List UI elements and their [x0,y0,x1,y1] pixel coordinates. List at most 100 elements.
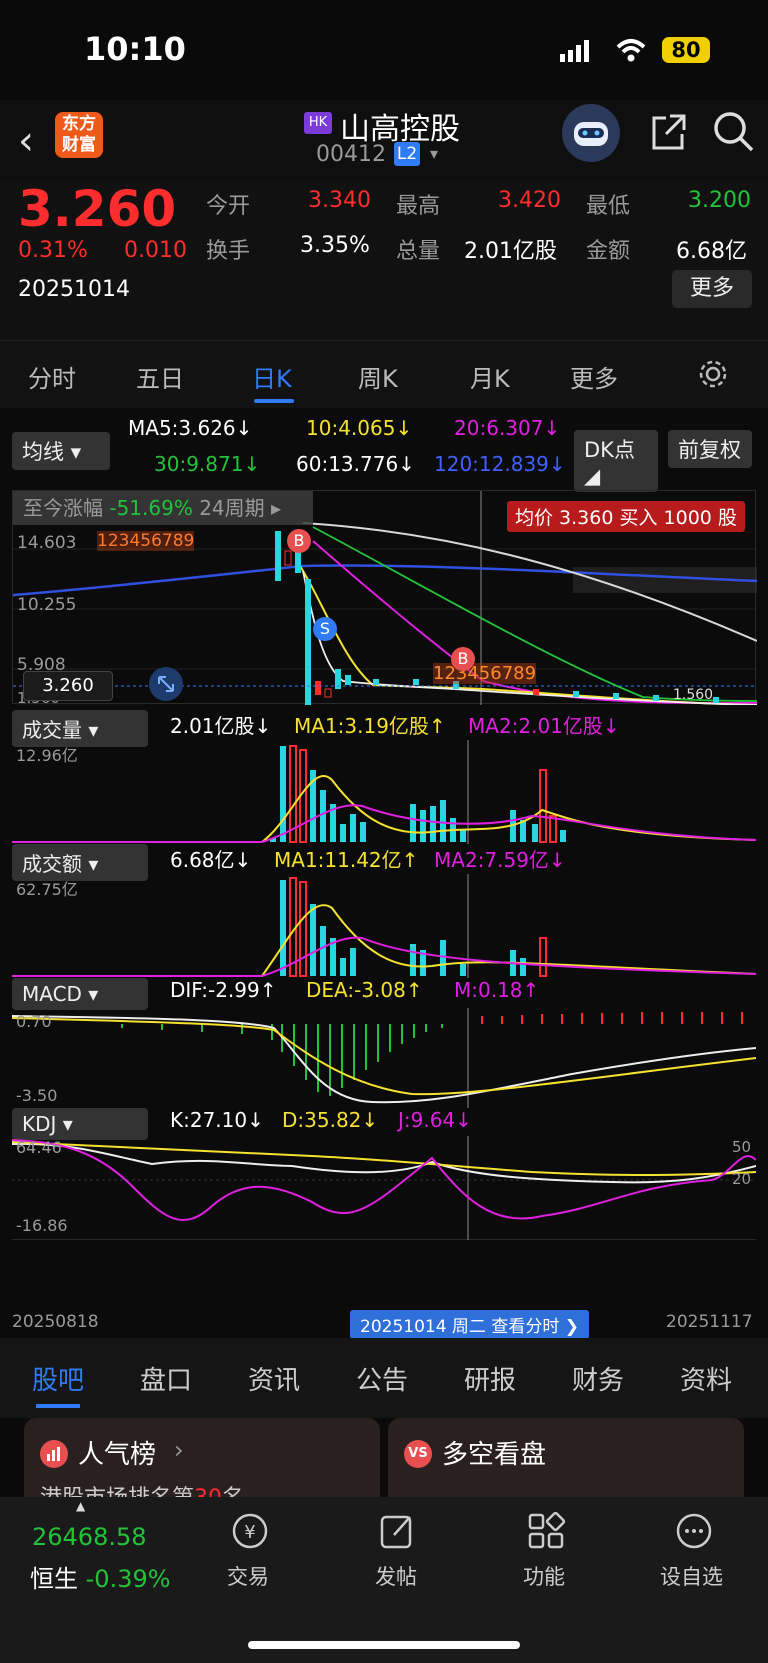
turnover-value: 3.35% [300,233,370,258]
back-icon[interactable]: ‹ [18,118,34,164]
ma10-value: 10:4.065↓ [306,416,413,440]
candle [345,675,351,685]
tab-research[interactable]: 研报 [464,1360,516,1397]
range-change-label[interactable]: 至今涨幅 -51.69% 24周期 ▸ [13,491,313,525]
svg-text:¥: ¥ [244,1522,255,1543]
kdj-chart[interactable]: 64.46 -16.86 50 20 [11,1136,757,1240]
trade-icon[interactable]: ¥ [230,1511,270,1555]
kdj-ybot: -16.86 [16,1216,68,1235]
tab-monthly-k[interactable]: 月K [470,359,510,394]
caret-up-icon: ▲ [76,1499,86,1513]
change-pct: 0.31% [18,238,88,263]
change-amount: 0.010 [124,238,187,263]
candle [413,679,419,685]
sell-marker[interactable]: S [313,617,337,641]
volume-ymax: 12.96亿 [16,746,78,765]
index-info[interactable]: 恒生 -0.39% [30,1559,171,1594]
sequence-marker: 123456789 [433,663,537,684]
ma-selector[interactable]: 均线 ▾ [12,432,110,470]
ma5-value: MA5:3.626↓ [128,416,253,440]
features-label[interactable]: 功能 [523,1561,565,1591]
x-axis-end: 20251117 [666,1312,753,1332]
amount-chart[interactable]: 62.75亿 [12,874,757,978]
tab-daily-k[interactable]: 日K [252,359,292,394]
expand-icon[interactable] [149,667,183,701]
tab-order-book[interactable]: 盘口 [140,1360,192,1397]
tab-announcements[interactable]: 公告 [356,1360,408,1397]
top-nav: ‹ 东方 财富 HK 山高控股 00412 L2 ▾ [0,100,768,180]
kline-chart[interactable]: 至今涨幅 -51.69% 24周期 ▸ 均价 3.360 买入 1000 股 1… [12,490,758,707]
tab-news[interactable]: 资讯 [248,1360,300,1397]
index-value[interactable]: 26468.58 [32,1523,147,1551]
volume-value: 2.01亿股 [464,239,557,264]
candle [284,550,292,566]
volume-chart[interactable]: 12.96亿 [12,740,757,844]
tab-intraday[interactable]: 分时 [28,359,76,394]
popularity-title: 人气榜 [78,1440,157,1470]
macd-dif: DIF:-2.99↑ [170,978,277,1002]
amount-label: 金额 [586,239,631,264]
app-logo: 东方 财富 [55,112,103,158]
search-icon[interactable] [712,110,756,158]
volume-current: 2.01亿股↓ [170,714,272,738]
tab-financials[interactable]: 财务 [572,1360,624,1397]
content-tabs: 股吧 盘口 资讯 公告 研报 财务 资料 [0,1338,768,1418]
post-label[interactable]: 发帖 [375,1561,417,1591]
more-dots-icon[interactable] [674,1511,714,1555]
x-axis-start: 20250818 [12,1312,99,1332]
candle [324,688,332,698]
gear-icon[interactable] [696,357,730,395]
level-badge[interactable]: L2 [394,142,420,166]
buy-marker[interactable]: B [287,529,311,553]
kdj-d: D:35.82↓ [282,1108,379,1132]
amount-value: 6.68亿 [676,239,747,264]
trade-label[interactable]: 交易 [227,1561,269,1591]
edit-icon[interactable] [378,1511,418,1555]
low-label: 最低 [586,194,631,219]
current-price-tag: 3.260 [23,671,113,701]
tab-weekly-k[interactable]: 周K [358,359,398,394]
macd-chart[interactable]: 0.70 -3.50 [11,1008,757,1108]
macd-selector[interactable]: MACD ▾ [12,978,148,1010]
open-label: 今开 [206,194,251,219]
candle [653,695,659,701]
open-value: 3.340 [308,188,371,213]
chevron-down-icon[interactable]: ▾ [430,144,438,163]
signal-icon [560,40,590,66]
robot-assistant-icon[interactable] [562,104,620,162]
chart-area: 均线 ▾ MA5:3.626↓ 10:4.065↓ 20:6.307↓ 30:9… [0,408,768,1339]
sequence-marker: 123456789 [97,531,195,551]
quote-panel: 3.260 0.31% 0.010 20251014 今开 3.340 最高 3… [0,180,768,340]
stock-code: 00412 [316,142,386,167]
candle [533,689,539,695]
status-bar: 10:10 80 [0,0,768,100]
cursor-date-button[interactable]: 20251014 周二 查看分时 ❯ [350,1310,589,1339]
watchlist-label[interactable]: 设自选 [660,1561,723,1591]
price-adjust-button[interactable]: 前复权 [668,430,752,468]
volume-label: 总量 [396,239,441,264]
avg-price-notice[interactable]: 均价 3.360 买入 1000 股 [507,501,745,532]
tab-profile[interactable]: 资料 [680,1360,732,1397]
bottom-bar: ▲ 26468.58 恒生 -0.39% ¥ 交易 发帖 功能 设自选 [0,1497,768,1663]
kdj-level-20: 20 [732,1170,752,1188]
versus-icon: VS [404,1440,432,1468]
ma30-value: 30:9.871↓ [154,452,261,476]
high-value: 3.420 [498,188,561,213]
ma20-value: 20:6.307↓ [454,416,561,440]
more-button[interactable]: 更多 [672,270,752,308]
volume-ma1: MA1:3.19亿股↑ [294,714,446,738]
dk-point-button[interactable]: DK点 ◢ [574,430,658,492]
buy-marker[interactable]: B [451,647,475,671]
candle [713,697,719,703]
kdj-ytop: 64.46 [16,1138,62,1157]
active-tab-indicator [254,399,294,403]
tab-more[interactable]: 更多 [570,359,618,394]
candle [315,681,321,695]
tab-forum[interactable]: 股吧 [32,1360,84,1397]
kdj-level-50: 50 [732,1138,752,1156]
kdj-j: J:9.64↓ [398,1108,472,1132]
tab-five-day[interactable]: 五日 [136,359,184,394]
last-price: 3.260 [18,180,177,238]
grid-icon[interactable] [526,1511,566,1555]
share-icon[interactable] [648,112,688,156]
